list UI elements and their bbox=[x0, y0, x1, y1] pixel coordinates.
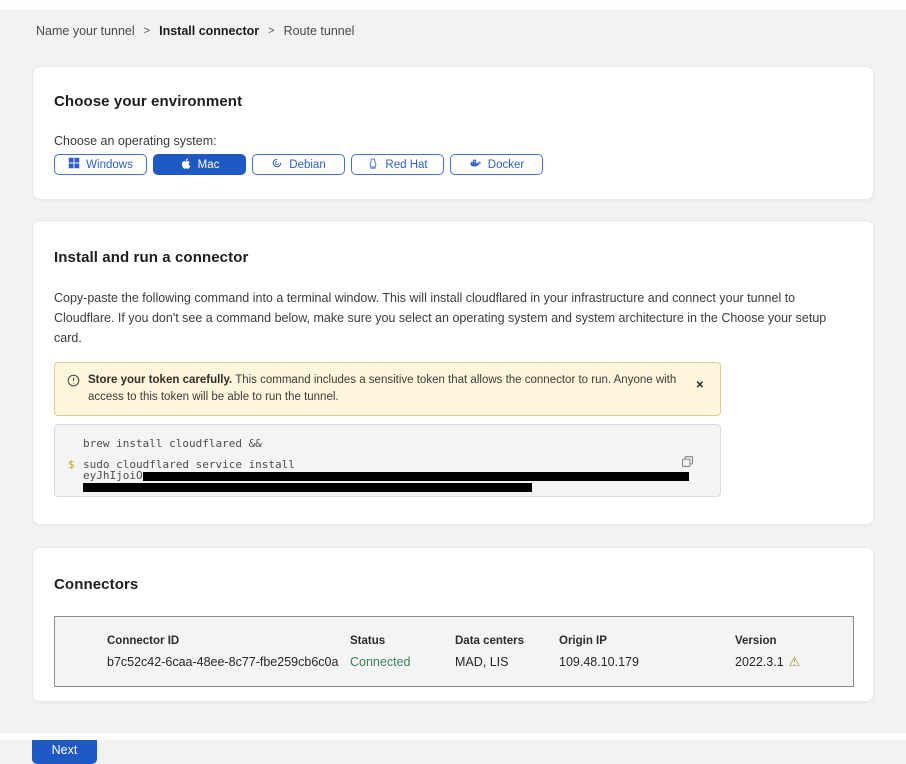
breadcrumb-separator: > bbox=[144, 25, 150, 37]
header-connector-id: Connector ID bbox=[107, 635, 350, 647]
connectors-card: Connectors Connector ID Status Data cent… bbox=[32, 547, 874, 702]
bottom-edge bbox=[0, 733, 906, 740]
cell-data-centers: MAD, LIS bbox=[455, 655, 559, 669]
os-button-label: Windows bbox=[86, 159, 133, 171]
breadcrumb-step-name-tunnel[interactable]: Name your tunnel bbox=[36, 24, 135, 38]
install-connector-card: Install and run a connector Copy-paste t… bbox=[32, 220, 874, 525]
copy-icon bbox=[681, 456, 694, 471]
status-badge: Connected bbox=[350, 655, 455, 669]
breadcrumb-separator: > bbox=[268, 25, 274, 37]
os-button-group: Windows Mac Debian Red Hat bbox=[54, 154, 852, 175]
windows-icon bbox=[68, 157, 80, 172]
redacted-token-bar bbox=[83, 483, 532, 492]
close-icon: ✕ bbox=[696, 380, 704, 391]
version-warning-icon: ⚠ bbox=[789, 656, 801, 668]
breadcrumb-step-install-connector[interactable]: Install connector bbox=[159, 24, 259, 38]
redhat-icon bbox=[367, 157, 379, 173]
install-description: Copy-paste the following command into a … bbox=[54, 288, 845, 348]
code-line-brew: brew install cloudflared && bbox=[83, 438, 720, 449]
alert-circle-icon bbox=[67, 374, 80, 392]
connectors-table: Connector ID Status Data centers Origin … bbox=[54, 616, 854, 687]
debian-icon bbox=[271, 157, 283, 172]
os-button-redhat[interactable]: Red Hat bbox=[351, 154, 444, 175]
breadcrumb-step-route-tunnel[interactable]: Route tunnel bbox=[284, 24, 355, 38]
next-button[interactable]: Next bbox=[32, 736, 97, 764]
token-warning-banner: Store your token carefully. This command… bbox=[54, 362, 721, 416]
os-button-mac[interactable]: Mac bbox=[153, 154, 246, 175]
os-button-debian[interactable]: Debian bbox=[252, 154, 345, 175]
table-row: b7c52c42-6caa-48ee-8c77-fbe259cb6c0a Con… bbox=[55, 647, 853, 686]
redacted-token-bar bbox=[143, 472, 689, 481]
tunnel-setup-page: Name your tunnel > Install connector > R… bbox=[0, 0, 906, 740]
shell-prompt: $ bbox=[68, 459, 75, 470]
os-select-label: Choose an operating system: bbox=[54, 134, 852, 148]
cell-version: 2022.3.1 ⚠ bbox=[735, 655, 837, 669]
apple-icon bbox=[180, 157, 192, 173]
os-button-label: Mac bbox=[198, 159, 220, 171]
token-warning-bold: Store your token carefully. bbox=[88, 374, 232, 386]
code-line-token: eyJhIjoiO bbox=[83, 470, 720, 481]
token-warning-text: Store your token carefully. This command… bbox=[88, 372, 684, 406]
code-line-sudo: $sudo cloudflared service install bbox=[83, 459, 720, 470]
banner-close-button[interactable]: ✕ bbox=[692, 378, 708, 393]
header-data-centers: Data centers bbox=[455, 635, 559, 647]
os-button-label: Debian bbox=[289, 159, 325, 171]
os-button-windows[interactable]: Windows bbox=[54, 154, 147, 175]
top-edge bbox=[0, 0, 906, 10]
copy-command-button[interactable] bbox=[679, 453, 696, 473]
header-origin-ip: Origin IP bbox=[559, 635, 735, 647]
card-title-environment: Choose your environment bbox=[54, 93, 852, 110]
code-line-token-2 bbox=[83, 481, 720, 492]
header-status: Status bbox=[350, 635, 455, 647]
cell-origin-ip: 109.48.10.179 bbox=[559, 655, 735, 669]
docker-icon bbox=[469, 157, 482, 172]
os-button-docker[interactable]: Docker bbox=[450, 154, 543, 175]
card-title-connectors: Connectors bbox=[54, 576, 852, 593]
connectors-table-header: Connector ID Status Data centers Origin … bbox=[55, 617, 853, 647]
cell-connector-id: b7c52c42-6caa-48ee-8c77-fbe259cb6c0a bbox=[107, 655, 350, 669]
header-version: Version bbox=[735, 635, 837, 647]
install-command-codeblock[interactable]: brew install cloudflared && $sudo cloudf… bbox=[54, 424, 721, 497]
os-button-label: Red Hat bbox=[385, 159, 427, 171]
card-title-install: Install and run a connector bbox=[54, 249, 845, 266]
choose-environment-card: Choose your environment Choose an operat… bbox=[32, 66, 874, 200]
os-button-label: Docker bbox=[488, 159, 524, 171]
